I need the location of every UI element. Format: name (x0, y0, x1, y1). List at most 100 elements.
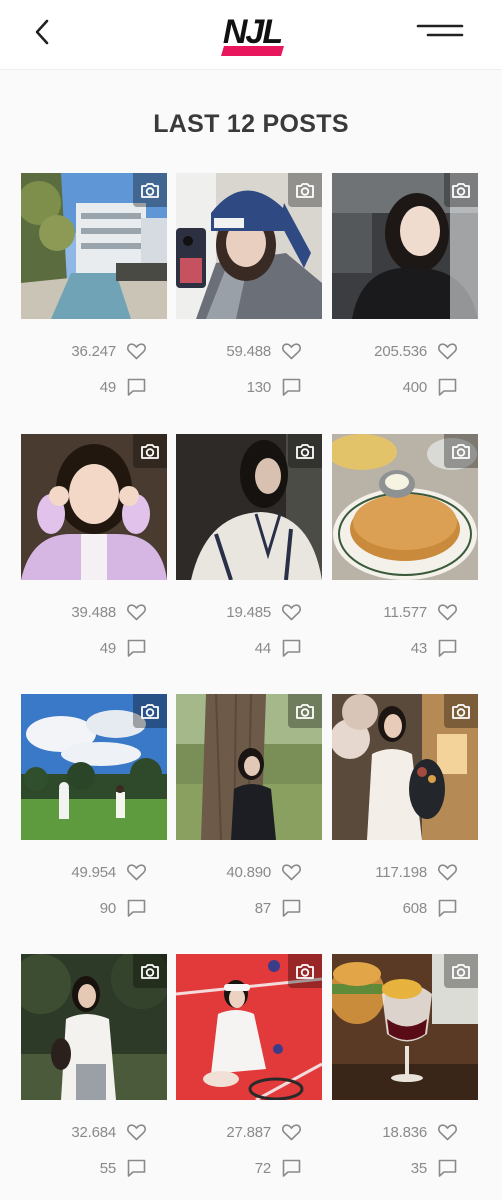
likes-count: 40.890 (226, 863, 271, 881)
post-thumbnail[interactable] (332, 694, 478, 840)
media-type-badge (288, 954, 322, 988)
camera-icon (452, 183, 470, 198)
camera-icon (452, 964, 470, 979)
post-card[interactable]: 27.887 72 (176, 954, 322, 1179)
heart-icon[interactable] (281, 1122, 302, 1142)
post-thumbnail[interactable] (176, 694, 322, 840)
media-type-badge (288, 694, 322, 728)
comments-stat: 49 (100, 637, 147, 659)
media-type-badge (288, 434, 322, 468)
comment-icon[interactable] (281, 638, 302, 658)
comments-count: 49 (99, 378, 117, 396)
heart-icon[interactable] (126, 341, 147, 361)
post-card[interactable]: 49.954 90 (21, 694, 167, 919)
media-type-badge (133, 434, 167, 468)
likes-count: 11.577 (383, 603, 427, 621)
comment-icon[interactable] (281, 898, 302, 918)
comments-count: 55 (99, 1159, 117, 1177)
comments-count: 35 (410, 1159, 428, 1177)
post-thumbnail[interactable] (176, 173, 322, 319)
comment-icon[interactable] (126, 898, 147, 918)
heart-icon[interactable] (126, 862, 147, 882)
comment-icon[interactable] (437, 898, 458, 918)
comment-icon[interactable] (437, 377, 458, 397)
camera-icon (296, 704, 314, 719)
comments-count: 130 (246, 378, 272, 396)
post-thumbnail[interactable] (21, 954, 167, 1100)
heart-icon[interactable] (437, 1122, 458, 1142)
comments-stat: 35 (411, 1157, 458, 1179)
comments-stat: 608 (403, 897, 458, 919)
comments-stat: 87 (255, 897, 302, 919)
comments-count: 400 (402, 378, 428, 396)
post-card[interactable]: 59.488 130 (176, 173, 322, 398)
likes-stat: 205.536 (374, 340, 458, 362)
comments-stat: 49 (100, 376, 147, 398)
likes-stat: 11.577 (383, 601, 458, 623)
camera-icon (141, 444, 159, 459)
likes-count: 205.536 (374, 342, 427, 360)
heart-icon[interactable] (437, 862, 458, 882)
camera-icon (296, 444, 314, 459)
likes-stat: 18.836 (382, 1121, 458, 1143)
comment-icon[interactable] (437, 1158, 458, 1178)
post-thumbnail[interactable] (176, 434, 322, 580)
post-thumbnail[interactable] (332, 434, 478, 580)
media-type-badge (133, 694, 167, 728)
comment-icon[interactable] (126, 377, 147, 397)
likes-count: 27.887 (226, 1123, 271, 1141)
likes-count: 32.684 (71, 1123, 116, 1141)
post-card[interactable]: 32.684 55 (21, 954, 167, 1179)
likes-count: 59.488 (226, 342, 271, 360)
heart-icon[interactable] (281, 862, 302, 882)
comment-icon[interactable] (281, 377, 302, 397)
likes-stat: 39.488 (71, 601, 147, 623)
heart-icon[interactable] (281, 602, 302, 622)
comment-icon[interactable] (437, 638, 458, 658)
comments-stat: 43 (411, 637, 458, 659)
post-card[interactable]: 205.536 400 (332, 173, 478, 398)
heart-icon[interactable] (437, 341, 458, 361)
comments-stat: 130 (247, 376, 302, 398)
media-type-badge (133, 954, 167, 988)
post-card[interactable]: 18.836 35 (332, 954, 478, 1179)
likes-count: 36.247 (71, 342, 116, 360)
post-card[interactable]: 39.488 49 (21, 434, 167, 659)
likes-stat: 49.954 (71, 861, 147, 883)
likes-count: 117.198 (375, 863, 427, 881)
post-thumbnail[interactable] (332, 173, 478, 319)
camera-icon (296, 183, 314, 198)
post-thumbnail[interactable] (21, 694, 167, 840)
camera-icon (141, 704, 159, 719)
post-thumbnail[interactable] (176, 954, 322, 1100)
post-card[interactable]: 36.247 49 (21, 173, 167, 398)
post-card[interactable]: 19.485 44 (176, 434, 322, 659)
likes-stat: 32.684 (71, 1121, 147, 1143)
media-type-badge (133, 173, 167, 207)
comments-stat: 90 (100, 897, 147, 919)
post-thumbnail[interactable] (21, 173, 167, 319)
post-card[interactable]: 11.577 43 (332, 434, 478, 659)
comment-icon[interactable] (281, 1158, 302, 1178)
heart-icon[interactable] (437, 602, 458, 622)
media-type-badge (444, 694, 478, 728)
comments-stat: 72 (255, 1157, 302, 1179)
post-thumbnail[interactable] (332, 954, 478, 1100)
post-thumbnail[interactable] (21, 434, 167, 580)
likes-count: 18.836 (382, 1123, 427, 1141)
heart-icon[interactable] (281, 341, 302, 361)
camera-icon (452, 704, 470, 719)
comment-icon[interactable] (126, 638, 147, 658)
comments-count: 44 (254, 639, 272, 657)
likes-stat: 19.485 (226, 601, 302, 623)
post-card[interactable]: 40.890 87 (176, 694, 322, 919)
likes-stat: 36.247 (71, 340, 147, 362)
post-card[interactable]: 117.198 608 (332, 694, 478, 919)
media-type-badge (444, 954, 478, 988)
comment-icon[interactable] (126, 1158, 147, 1178)
heart-icon[interactable] (126, 1122, 147, 1142)
media-type-badge (288, 173, 322, 207)
comments-count: 49 (99, 639, 117, 657)
comments-stat: 400 (403, 376, 458, 398)
heart-icon[interactable] (126, 602, 147, 622)
